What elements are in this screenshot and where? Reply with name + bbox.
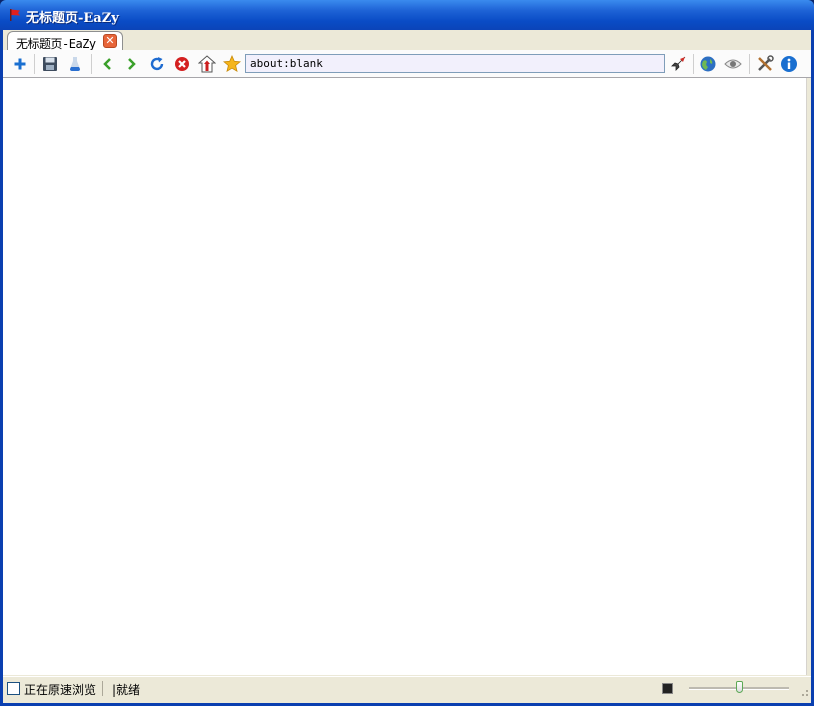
toolbar-divider: [91, 54, 92, 74]
page-content[interactable]: [3, 78, 807, 675]
browser-frame: 无标题页-EaZy ✕ about:blank 正在原速浏览 |就绪: [3, 30, 811, 703]
toolbar-divider: [749, 54, 750, 74]
stop-button[interactable]: [173, 55, 191, 73]
eye-icon: [724, 59, 742, 69]
zoom-thumb[interactable]: [736, 681, 743, 693]
refresh-icon: [150, 57, 164, 71]
original-speed-checkbox[interactable]: [7, 682, 20, 695]
star-icon: [223, 55, 241, 73]
status-divider: [102, 681, 103, 696]
favorites-button[interactable]: [223, 55, 241, 73]
zoom-slider[interactable]: [689, 681, 789, 697]
floppy-disk-icon: [43, 57, 57, 71]
stop-icon: [175, 57, 189, 71]
address-bar[interactable]: [245, 54, 665, 73]
address-input[interactable]: [246, 55, 664, 72]
home-icon: [198, 55, 216, 73]
arrow-left-icon: [103, 58, 111, 70]
window-title: 无标题页-EaZy: [26, 11, 119, 26]
original-speed-label: 正在原速浏览: [24, 683, 97, 697]
close-tab-icon[interactable]: ✕: [103, 34, 117, 48]
lab-button[interactable]: [66, 55, 84, 73]
globe-icon: [700, 56, 716, 72]
new-tab-button[interactable]: [11, 55, 29, 73]
home-button[interactable]: [198, 55, 216, 73]
popup-icon[interactable]: [662, 683, 673, 694]
info-icon: [781, 56, 797, 72]
resize-grip-icon[interactable]: [797, 685, 809, 697]
view-button[interactable]: [724, 55, 742, 73]
tools-button[interactable]: [756, 55, 774, 73]
tools-icon: [758, 55, 774, 71]
refresh-button[interactable]: [148, 55, 166, 73]
go-button[interactable]: [669, 55, 687, 73]
status-text: |就绪: [112, 683, 141, 697]
flask-icon: [70, 57, 80, 71]
status-bar: 正在原速浏览 |就绪: [3, 676, 811, 701]
network-button[interactable]: [699, 55, 717, 73]
forward-button[interactable]: [123, 55, 141, 73]
toolbar-divider: [34, 54, 35, 74]
flag-icon: [8, 8, 22, 22]
title-bar[interactable]: 无标题页-EaZy: [0, 0, 814, 30]
rocket-icon: [671, 56, 686, 71]
save-button[interactable]: [41, 55, 59, 73]
tab-strip: 无标题页-EaZy ✕: [3, 30, 811, 51]
browser-window: 无标题页-EaZy 无标题页-EaZy ✕ about:blank 正在原速浏览…: [0, 0, 814, 706]
about-button[interactable]: [780, 55, 798, 73]
arrow-right-icon: [128, 58, 136, 70]
tab-untitled[interactable]: 无标题页-EaZy ✕: [7, 31, 123, 51]
toolbar-divider: [693, 54, 694, 74]
toolbar: [3, 50, 811, 78]
back-button[interactable]: [98, 55, 116, 73]
plus-icon: [14, 58, 26, 70]
